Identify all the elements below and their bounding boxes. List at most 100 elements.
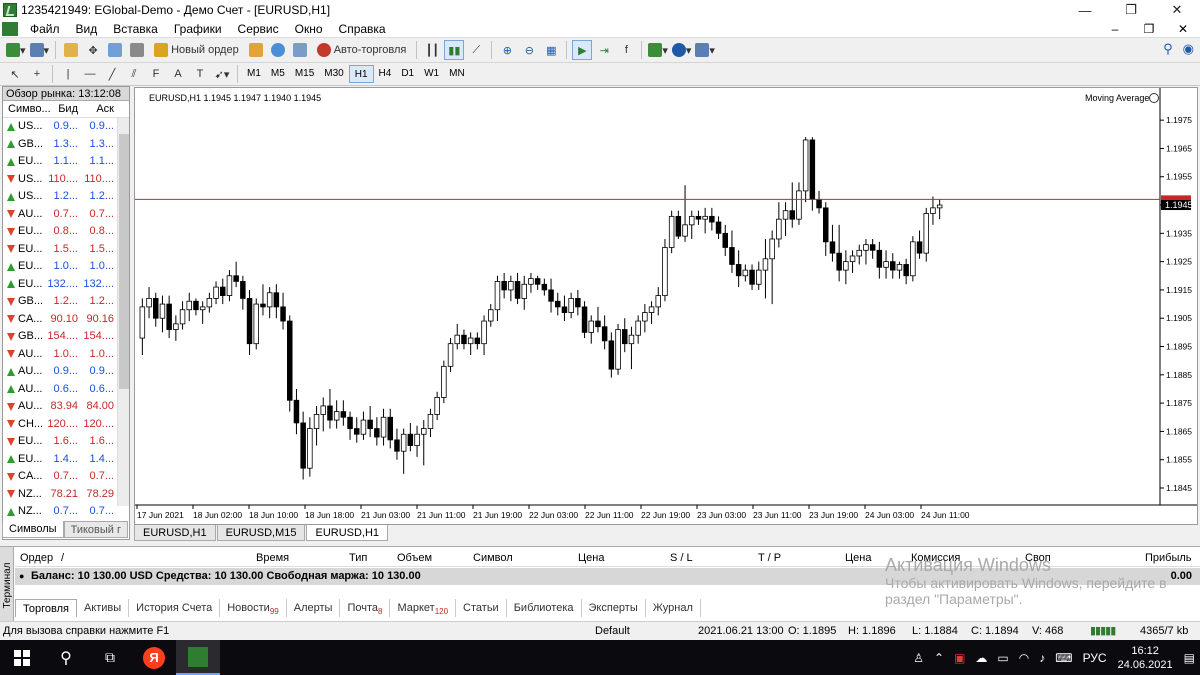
terminal-tab[interactable]: Новости99 (220, 599, 287, 617)
market-watch-row[interactable]: CH... 120.... 120.... (3, 416, 129, 434)
menu-file[interactable]: Файл (22, 20, 68, 38)
col-tp[interactable]: T / P (758, 549, 781, 567)
metaeditor-button[interactable] (246, 40, 266, 60)
market-watch-row[interactable]: US... 110.... 110.... (3, 171, 129, 189)
terminal-tab[interactable]: Алерты (287, 599, 341, 617)
add-indicator-button[interactable]: ▾ (647, 40, 669, 60)
terminal-tab[interactable]: История Счета (129, 599, 221, 617)
market-watch-row[interactable]: EU... 1.6... 1.6... (3, 433, 129, 451)
market-watch-row[interactable]: GB... 1.2... 1.2... (3, 293, 129, 311)
market-watch-row[interactable]: US... 1.2... 1.2... (3, 188, 129, 206)
keyboard-icon[interactable]: ⌨ (1055, 651, 1072, 665)
minimize-button[interactable]: — (1062, 0, 1108, 20)
vertical-line-button[interactable]: | (58, 64, 78, 84)
tester-button[interactable] (127, 40, 147, 60)
col-volume[interactable]: Объем (397, 549, 432, 567)
terminal-tab[interactable]: Эксперты (582, 599, 646, 617)
maximize-button[interactable]: ❐ (1108, 0, 1154, 20)
chart-tab-eurusd-h1-active[interactable]: EURUSD,H1 (306, 525, 389, 541)
zoom-in-button[interactable]: ⊕ (497, 40, 517, 60)
search-icon[interactable]: ⚲ (1163, 41, 1173, 57)
text-button[interactable]: A (168, 64, 188, 84)
line-chart-button[interactable]: ⟋ (466, 40, 486, 60)
windows-start-icon[interactable] (0, 640, 44, 675)
search-taskbar-icon[interactable]: ⚲ (44, 640, 88, 675)
market-watch-button[interactable] (61, 40, 81, 60)
tf-m5[interactable]: M5 (266, 65, 290, 83)
menu-window[interactable]: Окно (287, 20, 331, 38)
col-order[interactable]: Ордер (20, 549, 53, 567)
menu-insert[interactable]: Вставка (105, 20, 166, 38)
market-watch-row[interactable]: CA... 0.7... 0.7... (3, 468, 129, 486)
tf-d1[interactable]: D1 (396, 65, 419, 83)
close-indicator-icon[interactable] (1149, 93, 1159, 103)
child-restore-button[interactable]: ❐ (1132, 20, 1166, 38)
status-profile[interactable]: Default (595, 622, 630, 641)
col-bid[interactable]: Бид (43, 101, 81, 117)
zoom-out-button[interactable]: ⊖ (519, 40, 539, 60)
tf-h4[interactable]: H4 (374, 65, 397, 83)
tf-m1[interactable]: M1 (242, 65, 266, 83)
col-sort[interactable]: / (61, 549, 64, 567)
task-view-icon[interactable]: ⧉ (88, 640, 132, 675)
chart-tab-eurusd-h1[interactable]: EURUSD,H1 (134, 525, 216, 541)
col-type[interactable]: Тип (349, 549, 367, 567)
terminal-tab[interactable]: Журнал (646, 599, 701, 617)
taskbar-clock[interactable]: 16:12 24.06.2021 (1118, 644, 1173, 672)
market-watch-row[interactable]: AU... 0.6... 0.6... (3, 381, 129, 399)
market-watch-row[interactable]: CA... 90.10 90.16 (3, 311, 129, 329)
volume-icon[interactable]: ♪ (1039, 651, 1045, 665)
terminal-tab[interactable]: Статьи (456, 599, 507, 617)
periods-button[interactable]: ▾ (671, 40, 693, 60)
bar-chart-button[interactable]: ┃┃ (422, 40, 442, 60)
market-watch-row[interactable]: AU... 0.9... 0.9... (3, 363, 129, 381)
tile-windows-button[interactable]: ▦ (541, 40, 561, 60)
terminal-tab[interactable]: Маркет120 (390, 599, 457, 617)
tf-w1[interactable]: W1 (419, 65, 444, 83)
market-watch-scrollbar[interactable] (117, 118, 129, 506)
data-window-button[interactable] (105, 40, 125, 60)
new-chart-button[interactable]: ▾ (5, 40, 27, 60)
child-minimize-button[interactable]: – (1098, 20, 1132, 38)
market-watch-row[interactable]: US... 0.9... 0.9... (3, 118, 129, 136)
terminal-tab[interactable]: Активы (77, 599, 130, 617)
cloud-icon[interactable]: ☁ (975, 651, 987, 665)
tf-mn[interactable]: MN (444, 65, 470, 83)
terminal-side[interactable]: Терминал (0, 547, 14, 622)
terminal-tab[interactable]: Торговля (15, 599, 77, 617)
new-order-button[interactable]: Новый ордер (149, 40, 244, 60)
market-watch-row[interactable]: NZ... 78.21 78.29 (3, 486, 129, 504)
tab-symbols[interactable]: Символы (2, 521, 64, 538)
indicators-button[interactable]: f (616, 40, 636, 60)
market-watch-row[interactable]: EU... 132.... 132.... (3, 276, 129, 294)
text-label-button[interactable]: T (190, 64, 210, 84)
chart-shift-button[interactable]: ⇥ (594, 40, 614, 60)
terminal-tab[interactable]: Почта8 (340, 599, 391, 617)
menu-help[interactable]: Справка (331, 20, 394, 38)
col-sl[interactable]: S / L (670, 549, 693, 567)
close-button[interactable]: ✕ (1154, 0, 1200, 20)
child-close-button[interactable]: ✕ (1166, 20, 1200, 38)
market-watch-row[interactable]: AU... 0.7... 0.7... (3, 206, 129, 224)
horizontal-line-button[interactable]: — (80, 64, 100, 84)
market-watch-row[interactable]: EU... 0.8... 0.8... (3, 223, 129, 241)
notifications-icon[interactable]: ▤ (1184, 651, 1195, 665)
market-watch-row[interactable]: GB... 154.... 154.... (3, 328, 129, 346)
chart-window[interactable]: EURUSD,H1 1.1945 1.1947 1.1940 1.1945 Mo… (134, 87, 1198, 525)
signals-button[interactable] (290, 40, 310, 60)
community-button[interactable] (268, 40, 288, 60)
wifi-icon[interactable]: ◠ (1019, 651, 1029, 665)
tf-m30[interactable]: M30 (319, 65, 348, 83)
col-time[interactable]: Время (256, 549, 289, 567)
market-watch-row[interactable]: AU... 1.0... 1.0... (3, 346, 129, 364)
market-watch-row[interactable]: NZ... 0.7... 0.7... (3, 503, 129, 521)
terminal-tab[interactable]: Библиотека (507, 599, 582, 617)
col-price[interactable]: Цена (578, 549, 604, 567)
market-watch-row[interactable]: EU... 1.1... 1.1... (3, 153, 129, 171)
market-watch-row[interactable]: EU... 1.0... 1.0... (3, 258, 129, 276)
market-watch-row[interactable]: GB... 1.3... 1.3... (3, 136, 129, 154)
templates-button[interactable]: ▾ (694, 40, 716, 60)
crosshair-button[interactable]: + (27, 64, 47, 84)
yandex-browser-icon[interactable]: Я (132, 640, 176, 675)
autotrading-button[interactable]: Авто-торговля (312, 40, 412, 60)
